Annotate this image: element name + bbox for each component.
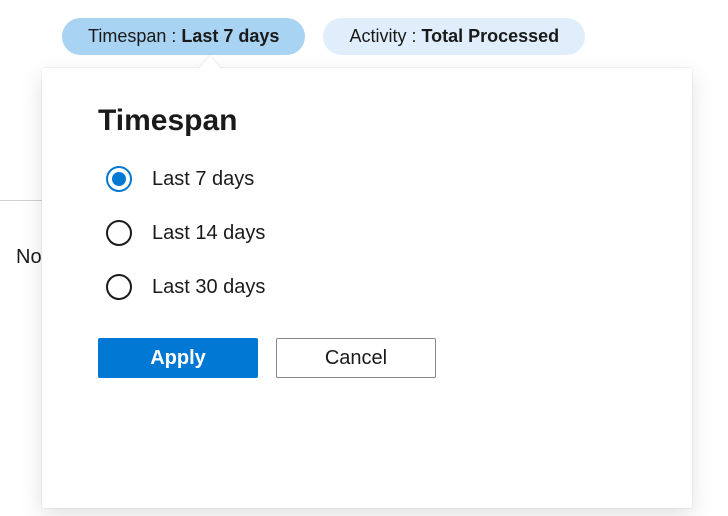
activity-pill-value: Total Processed [421, 26, 559, 46]
timespan-pill-value: Last 7 days [181, 26, 279, 46]
timespan-pill-label: Timespan : [88, 26, 181, 46]
activity-pill[interactable]: Activity : Total Processed [323, 18, 585, 55]
radio-icon [106, 274, 132, 300]
radio-label: Last 7 days [152, 168, 254, 191]
radio-option-last-30-days[interactable]: Last 30 days [106, 274, 636, 300]
radio-option-last-14-days[interactable]: Last 14 days [106, 220, 636, 246]
radio-dot-icon [112, 172, 126, 186]
popup-title: Timespan [98, 104, 636, 138]
popup-caret [198, 56, 222, 70]
radio-label: Last 30 days [152, 276, 265, 299]
divider [0, 200, 42, 201]
cancel-button[interactable]: Cancel [276, 338, 436, 378]
apply-button[interactable]: Apply [98, 338, 258, 378]
radio-icon [106, 166, 132, 192]
radio-label: Last 14 days [152, 222, 265, 245]
popup-button-row: Apply Cancel [98, 338, 636, 378]
filter-pills-row: Timespan : Last 7 days Activity : Total … [0, 0, 728, 55]
background-text: No [16, 246, 42, 269]
timespan-radio-group: Last 7 days Last 14 days Last 30 days [98, 166, 636, 300]
timespan-popup: Timespan Last 7 days Last 14 days Last 3… [42, 68, 692, 508]
timespan-pill[interactable]: Timespan : Last 7 days [62, 18, 305, 55]
radio-option-last-7-days[interactable]: Last 7 days [106, 166, 636, 192]
activity-pill-label: Activity : [349, 26, 421, 46]
radio-icon [106, 220, 132, 246]
